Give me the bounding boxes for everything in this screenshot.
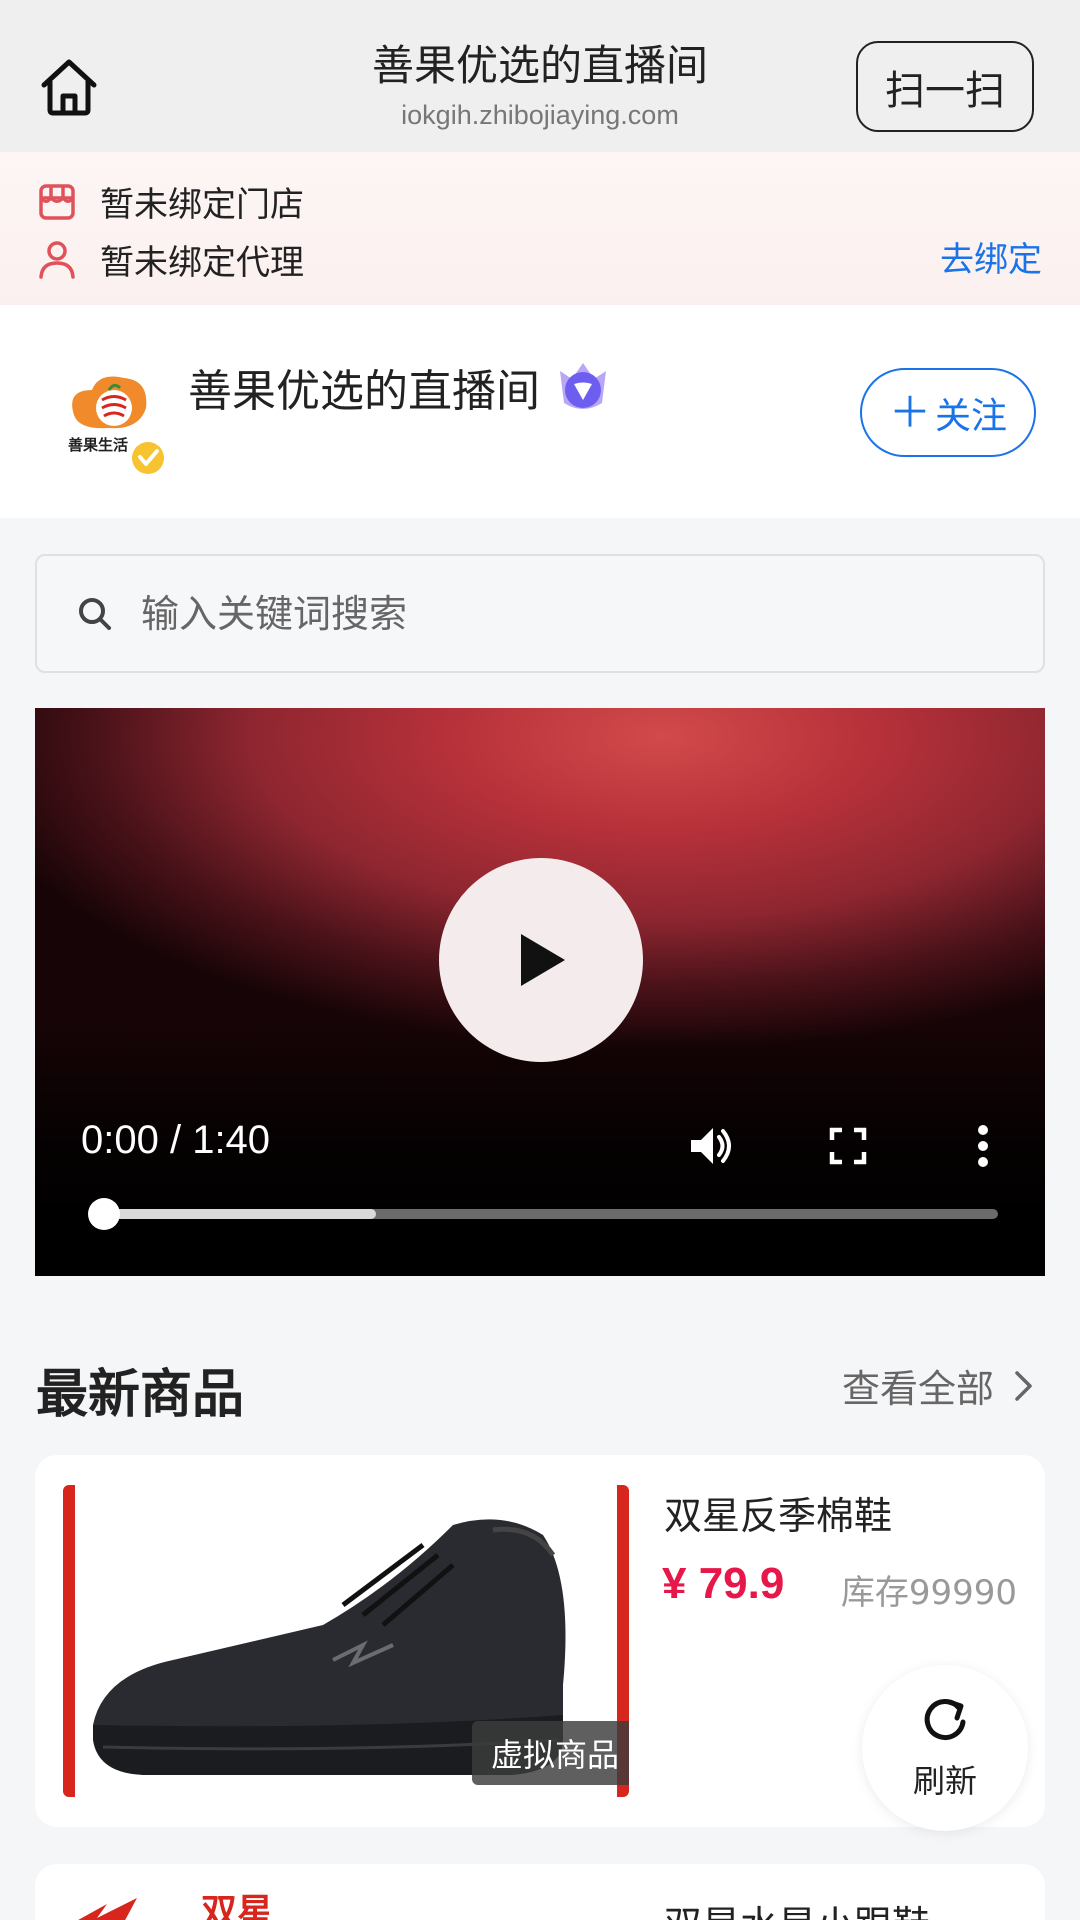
home-icon[interactable] bbox=[36, 54, 102, 120]
person-icon bbox=[39, 241, 75, 279]
follow-label: 关注 bbox=[935, 394, 1008, 436]
video-time: 0:00 / 1:40 bbox=[81, 1118, 271, 1162]
video-progress-bar[interactable] bbox=[88, 1198, 998, 1230]
refresh-button[interactable]: 刷新 bbox=[862, 1665, 1028, 1831]
product-card[interactable]: 双星 双星水星小跟鞋 bbox=[35, 1864, 1045, 1920]
bind-link[interactable]: 去绑定 bbox=[940, 232, 1042, 281]
agent-binding-row: 暂未绑定代理 bbox=[36, 234, 304, 284]
refresh-icon bbox=[924, 1699, 966, 1740]
page-url: iokgih.zhibojiaying.com bbox=[401, 100, 679, 130]
store-binding-text: 暂未绑定门店 bbox=[100, 184, 304, 225]
store-icon bbox=[39, 184, 75, 220]
product-name: 双星反季棉鞋 bbox=[664, 1494, 893, 1538]
section-title: 最新商品 bbox=[36, 1365, 245, 1425]
refresh-label: 刷新 bbox=[912, 1762, 977, 1800]
product-stock: 库存99990 bbox=[840, 1573, 1017, 1613]
search-icon bbox=[79, 597, 111, 630]
product-price: ¥ 79.9 bbox=[662, 1559, 785, 1608]
play-button[interactable] bbox=[439, 858, 643, 1062]
binding-panel: 暂未绑定门店 暂未绑定代理 bbox=[0, 152, 1080, 305]
plus-icon: ＋ bbox=[888, 388, 931, 436]
scan-button[interactable]: 扫一扫 bbox=[856, 41, 1034, 132]
more-options-icon[interactable] bbox=[955, 1118, 1011, 1174]
streamer-name: 善果优选的直播间 bbox=[188, 366, 540, 417]
virtual-product-tag: 虚拟商品 bbox=[472, 1721, 629, 1785]
page-title: 善果优选的直播间 bbox=[371, 41, 708, 90]
logo-text: 善果生活 bbox=[68, 436, 128, 454]
agent-binding-text: 暂未绑定代理 bbox=[100, 242, 304, 283]
page-title-block: 善果优选的直播间 iokgih.zhibojiaying.com bbox=[260, 38, 820, 134]
chevron-right-icon bbox=[1015, 1370, 1032, 1401]
streamer-logo[interactable]: 善果生活 bbox=[54, 360, 174, 480]
play-icon bbox=[521, 934, 565, 986]
streamer-name-row: 善果优选的直播间 bbox=[188, 355, 616, 419]
search-bar[interactable] bbox=[35, 554, 1045, 673]
brand-text: 双星 bbox=[201, 1892, 273, 1920]
product-name: 双星水星小跟鞋 bbox=[664, 1894, 930, 1920]
video-player[interactable]: 0:00 / 1:40 bbox=[35, 708, 1045, 1276]
video-buffer-bar bbox=[96, 1209, 376, 1219]
vip-badge-icon bbox=[560, 363, 606, 409]
top-bar: 善果优选的直播间 iokgih.zhibojiaying.com 扫一扫 bbox=[0, 0, 1080, 152]
streamer-profile: 善果生活 善果优选的直播间 ＋ 关注 bbox=[0, 305, 1080, 518]
progress-knob[interactable] bbox=[88, 1198, 120, 1230]
brand-logo: 双星 bbox=[67, 1884, 307, 1920]
volume-icon[interactable] bbox=[683, 1118, 739, 1174]
store-binding-row: 暂未绑定门店 bbox=[36, 176, 304, 226]
see-all-link[interactable]: 查看全部 bbox=[842, 1358, 1038, 1413]
see-all-label: 查看全部 bbox=[841, 1367, 994, 1411]
product-image: 虚拟商品 bbox=[63, 1485, 629, 1797]
fullscreen-icon[interactable] bbox=[820, 1118, 876, 1174]
search-input[interactable] bbox=[141, 591, 961, 636]
follow-button[interactable]: ＋ 关注 bbox=[860, 368, 1036, 457]
